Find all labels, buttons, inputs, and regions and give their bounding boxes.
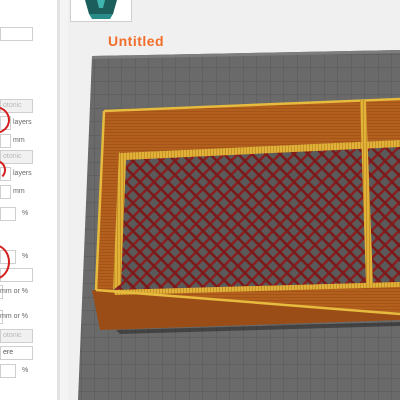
setting-input-15[interactable] [0, 364, 16, 378]
unit-label-percent-3: % [22, 367, 29, 374]
3d-viewport[interactable]: Untitled [68, 0, 400, 400]
unit-label-percent: % [22, 210, 29, 217]
setting-input-8[interactable] [0, 207, 16, 221]
unit-label-mm: mm [13, 137, 25, 144]
panel-splitter[interactable] [60, 0, 68, 400]
preview-scene [68, 0, 400, 400]
document-title: Untitled [108, 33, 165, 49]
unit-label-layers-2: layers [13, 170, 32, 177]
unit-label-mm-2: mm [13, 188, 25, 195]
unit-label-layers: layers [13, 119, 32, 126]
unit-label-percent-2: % [22, 253, 29, 260]
setting-select-2[interactable]: otonic [0, 150, 33, 164]
plate-thumbnail-button[interactable] [70, 0, 132, 22]
setting-input-1[interactable] [0, 27, 33, 41]
unit-label-mm-or-percent-2: mm or % [0, 313, 28, 320]
settings-panel: otonic layers mm otonic layers mm % % mm… [0, 0, 57, 400]
setting-input-4[interactable] [0, 134, 11, 148]
setting-input-7[interactable] [0, 185, 11, 199]
model-infill [113, 140, 400, 290]
setting-select-3[interactable]: otonic [0, 329, 33, 343]
setting-select-4[interactable]: ere [0, 346, 33, 360]
unit-label-mm-or-percent: mm or % [0, 288, 28, 295]
